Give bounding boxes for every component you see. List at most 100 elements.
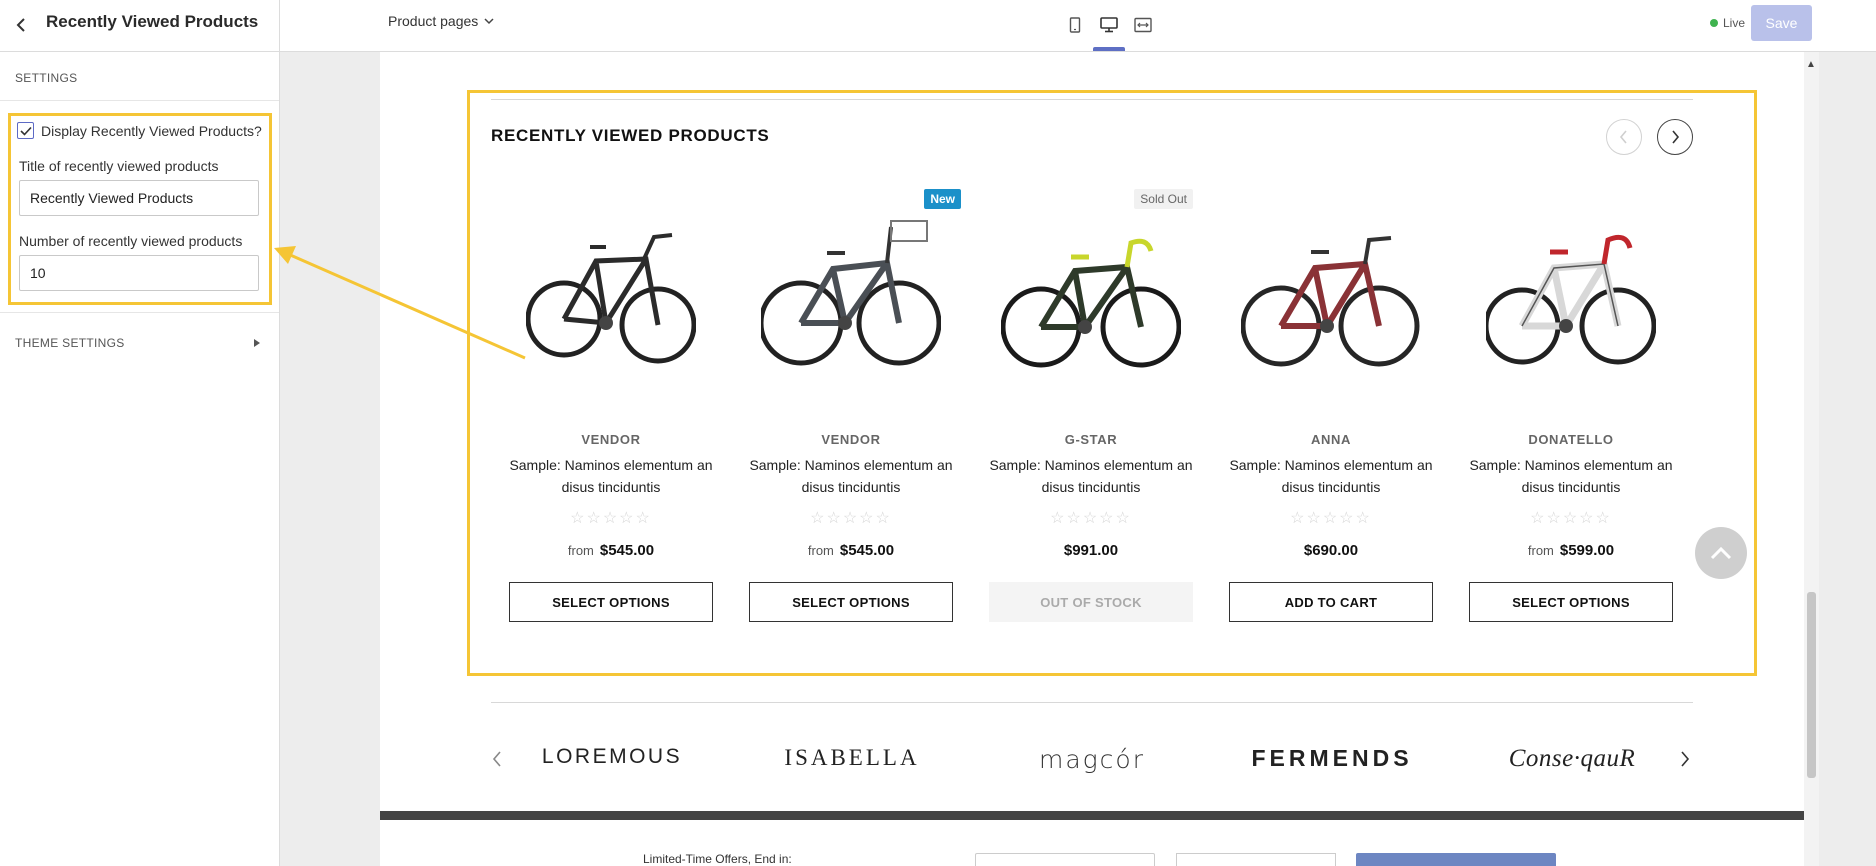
product-price-row: from $545.00: [749, 542, 953, 559]
chevron-down-icon: [484, 17, 494, 24]
product-rating: ☆☆☆☆☆: [1530, 510, 1612, 527]
brand-logo[interactable]: ISABELLA: [752, 745, 952, 771]
scroll-up-arrow-icon[interactable]: ▲: [1806, 59, 1816, 70]
product-rating: ☆☆☆☆☆: [810, 510, 892, 527]
product-rating: ☆☆☆☆☆: [1290, 510, 1372, 527]
product-price-row: from $545.00: [509, 542, 713, 559]
product-vendor: VENDOR: [581, 432, 641, 447]
product-name[interactable]: Sample: Naminos elementum an disus tinci…: [1469, 454, 1673, 498]
brand-prev-button[interactable]: [492, 750, 502, 774]
product-price-row: $690.00: [1229, 542, 1433, 559]
product-card[interactable]: VENDOR Sample: Naminos elementum an disu…: [509, 180, 713, 630]
product-price: $599.00: [1559, 542, 1615, 559]
brand-logo[interactable]: magcór: [992, 745, 1192, 774]
chevron-left-icon: [1619, 130, 1627, 144]
section-title: RECENTLY VIEWED PRODUCTS: [491, 126, 770, 145]
out-of-stock-button: OUT OF STOCK: [989, 582, 1193, 622]
footer-divider-band: [380, 811, 1804, 820]
count-field[interactable]: [19, 255, 259, 291]
back-button[interactable]: [10, 13, 34, 37]
theme-settings-toggle[interactable]: THEME SETTINGS: [15, 336, 260, 350]
product-image[interactable]: [1469, 180, 1673, 414]
product-price-row: $991.00: [989, 542, 1193, 559]
brand-logo[interactable]: FERMENDS: [1232, 745, 1432, 772]
product-name[interactable]: Sample: Naminos elementum an disus tinci…: [1229, 454, 1433, 498]
desktop-view-button[interactable]: [1093, 0, 1125, 51]
price-from-label: from: [567, 543, 594, 558]
price-from-label: from: [807, 543, 834, 558]
carousel-prev-button[interactable]: [1606, 119, 1642, 155]
product-name[interactable]: Sample: Naminos elementum an disus tinci…: [989, 454, 1193, 498]
bicycle-image: [526, 233, 696, 364]
theme-divider: [0, 312, 279, 313]
product-rating: ☆☆☆☆☆: [1050, 510, 1132, 527]
promo-field[interactable]: [975, 853, 1155, 866]
checkmark-icon: [19, 126, 32, 136]
mobile-view-button[interactable]: [1062, 0, 1088, 50]
product-image[interactable]: New: [749, 180, 961, 414]
brand-logo[interactable]: LOREMOUS: [512, 745, 712, 769]
title-field[interactable]: [19, 180, 259, 216]
product-image[interactable]: [509, 180, 713, 414]
settings-divider: [0, 100, 279, 101]
fullscreen-view-button[interactable]: [1130, 0, 1156, 50]
count-field-label: Number of recently viewed products: [19, 233, 243, 249]
product-card[interactable]: DONATELLO Sample: Naminos elementum an d…: [1469, 180, 1673, 630]
product-card[interactable]: New VENDOR Sample: Naminos elementum an …: [749, 180, 961, 630]
save-button[interactable]: Save: [1751, 5, 1812, 41]
promo-countdown-label: Limited-Time Offers, End in:: [643, 852, 792, 866]
product-price-row: from $599.00: [1469, 542, 1673, 559]
chevron-right-icon: [1672, 130, 1680, 144]
page-type-dropdown[interactable]: Product pages: [388, 13, 494, 29]
display-checkbox[interactable]: [17, 122, 34, 139]
price-from-label: from: [1527, 543, 1554, 558]
product-vendor: G-STAR: [1064, 432, 1118, 447]
live-status: Live: [1710, 16, 1745, 30]
device-preview-toggle: [1062, 0, 1156, 52]
product-name[interactable]: Sample: Naminos elementum an disus tinci…: [509, 454, 713, 498]
product-card[interactable]: Sold Out G-STAR Sample: Naminos elementu…: [989, 180, 1193, 630]
live-status-label: Live: [1723, 16, 1746, 30]
chevron-up-icon: [1710, 546, 1732, 560]
product-price: $690.00: [1303, 542, 1359, 559]
chevron-left-icon: [16, 18, 25, 32]
add-to-cart-button[interactable]: ADD TO CART: [1229, 582, 1433, 622]
back-to-top-button[interactable]: [1695, 527, 1747, 579]
theme-settings-label: THEME SETTINGS: [15, 336, 125, 350]
promo-button[interactable]: [1356, 853, 1556, 866]
preview-scrollbar-thumb[interactable]: [1807, 592, 1816, 778]
product-card[interactable]: ANNA Sample: Naminos elementum an disus …: [1229, 180, 1433, 630]
select-options-button[interactable]: SELECT OPTIONS: [749, 582, 953, 622]
product-vendor: ANNA: [1311, 432, 1351, 447]
display-checkbox-label: Display Recently Viewed Products?: [41, 122, 262, 139]
mobile-icon: [1069, 17, 1081, 33]
title-field-label: Title of recently viewed products: [19, 158, 219, 174]
product-rating: ☆☆☆☆☆: [570, 510, 652, 527]
brand-logo[interactable]: Conse·qauR: [1472, 745, 1672, 773]
chevron-left-icon: [492, 751, 501, 767]
brand-next-button[interactable]: [1680, 750, 1690, 774]
sold-out-badge: Sold Out: [1134, 189, 1193, 209]
settings-heading: SETTINGS: [15, 71, 78, 85]
bicycle-image: [1486, 234, 1656, 365]
select-options-button[interactable]: SELECT OPTIONS: [1469, 582, 1673, 622]
carousel-next-button[interactable]: [1657, 119, 1693, 155]
bicycle-image: [761, 220, 941, 366]
product-image[interactable]: Sold Out: [989, 180, 1193, 414]
expand-width-icon: [1134, 17, 1152, 33]
editor-topbar: Recently Viewed Products Product pages L…: [0, 0, 1876, 52]
product-price: $991.00: [1063, 542, 1119, 559]
editor-title: Recently Viewed Products: [46, 12, 259, 31]
product-price: $545.00: [839, 542, 895, 559]
display-toggle-row: Display Recently Viewed Products?: [17, 122, 262, 139]
page-type-label: Product pages: [388, 13, 479, 29]
product-vendor: DONATELLO: [1528, 432, 1614, 447]
chevron-right-icon: [1681, 751, 1690, 767]
select-options-button[interactable]: SELECT OPTIONS: [509, 582, 713, 622]
caret-right-icon: [254, 339, 260, 347]
bicycle-image: [1001, 238, 1181, 368]
product-name[interactable]: Sample: Naminos elementum an disus tinci…: [749, 454, 953, 498]
live-dot-icon: [1710, 19, 1718, 27]
desktop-icon: [1100, 17, 1118, 33]
product-image[interactable]: [1229, 180, 1433, 414]
